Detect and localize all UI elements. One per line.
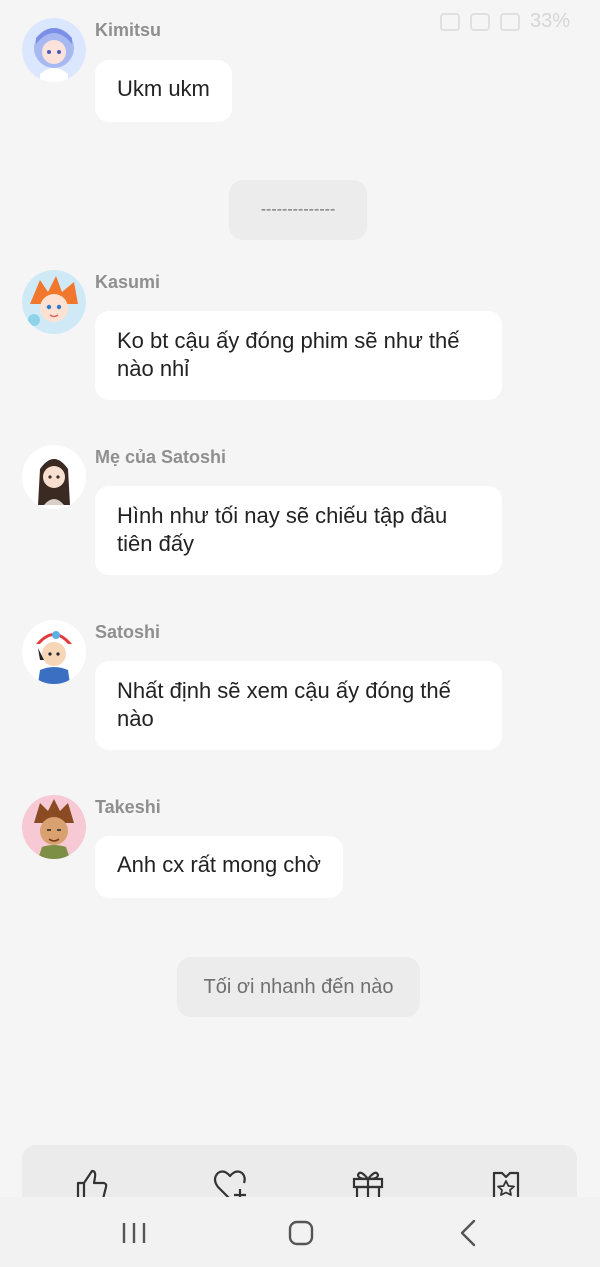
anime-woman-avatar-icon: [22, 445, 86, 509]
message-row: Kasumi Ko bt cậu ấy đóng phim sẽ như thế…: [22, 270, 600, 402]
system-narration: Tối ơi nhanh đến nào: [177, 957, 420, 1017]
navigation-bar: [0, 1197, 600, 1267]
sender-name: Mẹ của Satoshi: [95, 447, 227, 467]
message-bubble[interactable]: Hình như tối nay sẽ chiếu tập đầu tiên đ…: [95, 486, 502, 575]
back-icon[interactable]: [448, 1215, 488, 1251]
avatar[interactable]: [22, 270, 86, 334]
message-bubble[interactable]: Anh cx rất mong chờ: [95, 836, 343, 898]
message-bubble[interactable]: Ukm ukm: [95, 60, 232, 122]
message-row: Takeshi Anh cx rất mong chờ: [22, 795, 600, 900]
sender-name: Kasumi: [95, 272, 161, 292]
reaction-bar: [22, 1145, 577, 1205]
sender-name: Kimitsu: [95, 20, 162, 40]
anime-boy-cap-avatar-icon: [22, 620, 86, 684]
sender-name: Takeshi: [95, 797, 161, 817]
message-row: Satoshi Nhất định sẽ xem cậu ấy đóng thế…: [22, 620, 600, 752]
anime-orange-hair-avatar-icon: [22, 270, 86, 334]
message-bubble[interactable]: Nhất định sẽ xem cậu ấy đóng thế nào: [95, 661, 502, 750]
system-divider: --------------: [229, 180, 367, 240]
avatar[interactable]: [22, 795, 86, 859]
avatar[interactable]: [22, 18, 86, 82]
message-row: Kimitsu Ukm ukm: [22, 18, 600, 123]
avatar[interactable]: [22, 620, 86, 684]
message-bubble[interactable]: Ko bt cậu ấy đóng phim sẽ như thế nào nh…: [95, 311, 502, 400]
avatar[interactable]: [22, 445, 86, 509]
recent-apps-icon[interactable]: [114, 1215, 154, 1251]
home-icon[interactable]: [281, 1215, 321, 1251]
sender-name: Satoshi: [95, 622, 161, 642]
anime-brown-hair-avatar-icon: [22, 795, 86, 859]
message-row: Mẹ của Satoshi Hình như tối nay sẽ chiếu…: [22, 445, 600, 577]
anime-girl-blue-avatar-icon: [22, 18, 86, 82]
